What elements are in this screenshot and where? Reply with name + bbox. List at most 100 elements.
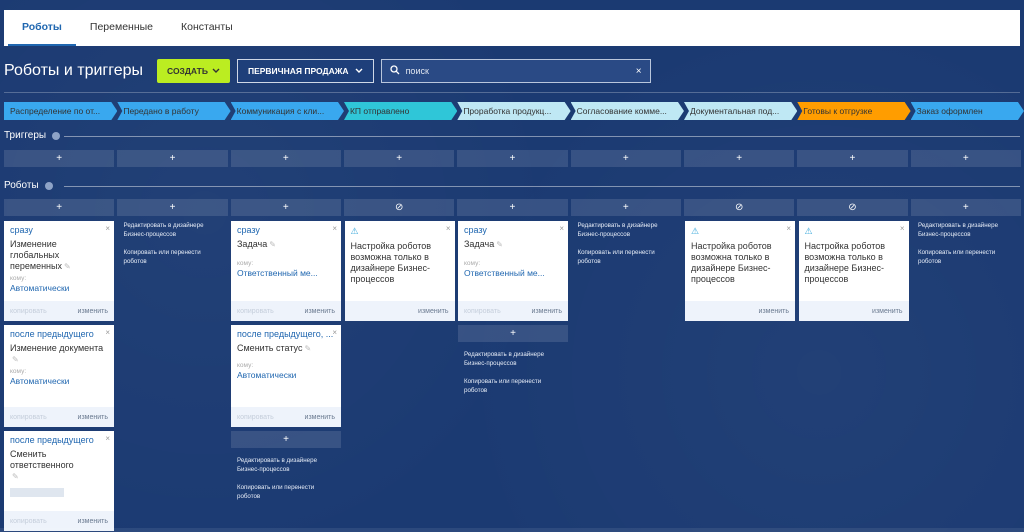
chevron-down-icon <box>355 66 363 76</box>
stage-4[interactable]: КП отправлено <box>344 102 457 120</box>
add-robot-button[interactable]: + <box>117 199 228 216</box>
copy-link[interactable]: копировать <box>464 308 501 315</box>
robot-responsible-value: Ответственный ме... <box>237 268 318 278</box>
robot-card[interactable]: × сразу Изменение глобальных переменных ✎… <box>4 221 114 321</box>
robot-card[interactable]: × после предыдущего Изменение документа ✎… <box>4 325 114 427</box>
edit-link[interactable]: изменить <box>78 308 108 315</box>
add-trigger-button[interactable]: + <box>4 150 115 167</box>
copy-move-robots-link[interactable]: Копировать или перенести роботов <box>572 248 682 266</box>
stage-1[interactable]: Распределение по от... <box>4 102 117 120</box>
add-robot-button[interactable]: + <box>230 199 341 216</box>
tab-robots[interactable]: Роботы <box>8 10 76 46</box>
edit-link[interactable]: изменить <box>78 518 108 525</box>
pencil-icon[interactable]: ✎ <box>496 240 503 249</box>
robot-card[interactable]: × после предыдущего Сменить ответственно… <box>4 431 114 531</box>
close-icon[interactable]: × <box>105 434 110 443</box>
tab-constants[interactable]: Константы <box>167 10 247 46</box>
warning-text: Настройка роботов возможна только в диза… <box>804 241 886 284</box>
stage-9[interactable]: Заказ оформлен <box>911 102 1024 120</box>
robot-card[interactable]: × сразу Задача ✎ кому: Ответственный ме..… <box>458 221 568 321</box>
close-icon[interactable]: × <box>786 224 791 233</box>
add-robot-button[interactable]: + <box>231 431 341 448</box>
bp-designer-link[interactable]: Редактировать в дизайнере Бизнес-процесс… <box>572 221 682 239</box>
stage-6[interactable]: Согласование комме... <box>571 102 684 120</box>
robot-condition[interactable]: сразу <box>458 221 568 235</box>
robot-condition[interactable]: сразу <box>231 221 341 235</box>
pencil-icon[interactable]: ✎ <box>12 472 19 481</box>
pencil-icon[interactable]: ✎ <box>64 262 71 271</box>
bp-designer-link[interactable]: Редактировать в дизайнере Бизнес-процесс… <box>231 456 341 474</box>
close-icon[interactable]: × <box>105 224 110 233</box>
search-input[interactable] <box>405 66 626 76</box>
add-trigger-button[interactable]: + <box>797 150 908 167</box>
add-trigger-button[interactable]: + <box>570 150 681 167</box>
copy-link[interactable]: копировать <box>237 308 274 315</box>
copy-link[interactable]: копировать <box>10 518 47 525</box>
bp-designer-link[interactable]: Редактировать в дизайнере Бизнес-процесс… <box>458 350 568 368</box>
add-trigger-button[interactable]: + <box>230 150 341 167</box>
stage-column-7: × ⚠ Настройка роботов возможна только в … <box>685 221 795 325</box>
help-icon[interactable] <box>44 181 53 190</box>
close-icon[interactable]: × <box>900 224 905 233</box>
search-icon <box>389 62 400 80</box>
copy-link[interactable]: копировать <box>237 414 274 421</box>
close-icon[interactable]: × <box>446 224 451 233</box>
tab-variables[interactable]: Переменные <box>76 10 167 46</box>
close-icon[interactable]: × <box>636 66 642 77</box>
edit-link[interactable]: изменить <box>532 308 562 315</box>
add-robot-button[interactable]: + <box>4 199 115 216</box>
pencil-icon[interactable]: ✎ <box>304 344 311 353</box>
robot-condition[interactable]: после предыдущего <box>4 325 114 339</box>
add-trigger-button[interactable]: + <box>457 150 568 167</box>
robot-card[interactable]: × после предыдущего, ... Сменить статус ✎… <box>231 325 341 427</box>
add-robot-button[interactable]: + <box>458 325 568 342</box>
stage-3[interactable]: Коммуникация с кли... <box>231 102 344 120</box>
stage-5[interactable]: Проработка продукц... <box>457 102 570 120</box>
add-trigger-button[interactable]: + <box>683 150 795 167</box>
blocked-icon: ⊘ <box>343 199 455 216</box>
edit-link[interactable]: изменить <box>872 308 902 315</box>
add-trigger-button[interactable]: + <box>910 150 1021 167</box>
stage-bar: Распределение по от... Передано в работу К… <box>4 102 1024 120</box>
create-button[interactable]: СОЗДАТЬ <box>157 59 230 83</box>
robot-condition[interactable]: после предыдущего <box>4 431 114 445</box>
add-robot-button[interactable]: + <box>457 199 568 216</box>
robot-card[interactable]: × сразу Задача ✎ кому: Ответственный ме..… <box>231 221 341 321</box>
close-icon[interactable]: × <box>332 328 337 337</box>
copy-move-robots-link[interactable]: Копировать или перенести роботов <box>231 483 341 501</box>
stage-2[interactable]: Передано в работу <box>117 102 230 120</box>
add-trigger-button[interactable]: + <box>117 150 228 167</box>
stage-7[interactable]: Документальная под... <box>684 102 797 120</box>
copy-link[interactable]: копировать <box>10 308 47 315</box>
edit-link[interactable]: изменить <box>305 414 335 421</box>
horizontal-scrollbar[interactable] <box>0 528 1024 532</box>
close-icon[interactable]: × <box>559 224 564 233</box>
search-box: × <box>380 59 651 83</box>
edit-link[interactable]: изменить <box>305 308 335 315</box>
add-trigger-button[interactable]: + <box>343 150 455 167</box>
robot-condition[interactable]: после предыдущего, ... <box>231 325 341 339</box>
copy-move-robots-link[interactable]: Копировать или перенести роботов <box>458 377 568 395</box>
close-icon[interactable]: × <box>105 328 110 337</box>
robot-condition[interactable]: сразу <box>4 221 114 235</box>
edit-link[interactable]: изменить <box>78 414 108 421</box>
add-robot-button[interactable]: + <box>910 199 1021 216</box>
copy-move-robots-link[interactable]: Копировать или перенести роботов <box>118 248 228 266</box>
edit-link[interactable]: изменить <box>418 308 448 315</box>
bp-designer-link[interactable]: Редактировать в дизайнере Бизнес-процесс… <box>912 221 1022 239</box>
chevron-down-icon <box>212 66 220 76</box>
copy-link[interactable]: копировать <box>10 414 47 421</box>
copy-move-robots-link[interactable]: Копировать или перенести роботов <box>912 248 1022 266</box>
stage-8[interactable]: Готовы к отгрузке <box>797 102 910 120</box>
help-icon[interactable] <box>52 131 61 140</box>
funnel-select-button[interactable]: ПЕРВИЧНАЯ ПРОДАЖА <box>236 59 374 83</box>
close-icon[interactable]: × <box>332 224 337 233</box>
pencil-icon[interactable]: ✎ <box>12 355 19 364</box>
edit-link[interactable]: изменить <box>759 308 789 315</box>
robot-responsible-value: Автоматически <box>10 283 70 293</box>
bp-designer-link[interactable]: Редактировать в дизайнере Бизнес-процесс… <box>118 221 228 239</box>
robot-name: Сменить статус ✎ <box>237 343 312 353</box>
add-robot-button[interactable]: + <box>570 199 681 216</box>
stage-column-4: × ⚠ Настройка роботов возможна только в … <box>344 221 455 325</box>
pencil-icon[interactable]: ✎ <box>269 240 276 249</box>
